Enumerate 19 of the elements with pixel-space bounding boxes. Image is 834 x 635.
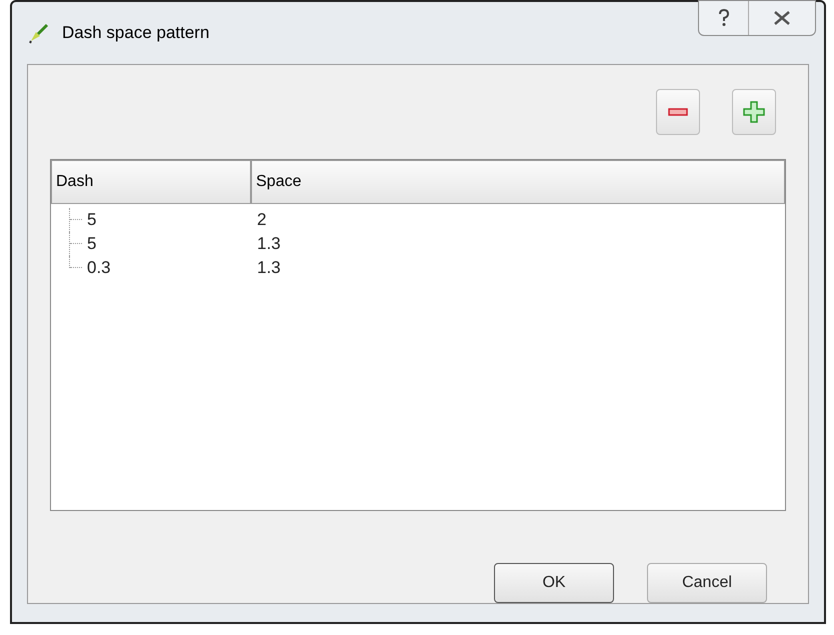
table-cell-text: 2 bbox=[256, 209, 266, 232]
table-cell-text: 0.3 bbox=[87, 257, 111, 280]
table-cell-text: 5 bbox=[87, 233, 96, 256]
help-icon bbox=[716, 9, 730, 27]
table-cell-text: 1.3 bbox=[256, 257, 281, 280]
remove-button[interactable] bbox=[656, 89, 700, 135]
table-cell-text: 1.3 bbox=[256, 233, 281, 256]
minus-icon bbox=[668, 108, 688, 116]
window-title: Dash space pattern bbox=[62, 22, 210, 44]
table-cell-text: 5 bbox=[87, 209, 96, 232]
cancel-button[interactable]: Cancel bbox=[647, 563, 767, 603]
pen-icon bbox=[28, 22, 50, 44]
add-button[interactable] bbox=[732, 89, 776, 135]
plus-icon bbox=[743, 101, 765, 123]
tree-line bbox=[69, 208, 83, 232]
close-icon bbox=[773, 11, 791, 25]
column-header[interactable]: Dash bbox=[51, 160, 251, 204]
column-header[interactable]: Space bbox=[251, 160, 785, 204]
ok-button[interactable]: OK bbox=[494, 563, 614, 603]
